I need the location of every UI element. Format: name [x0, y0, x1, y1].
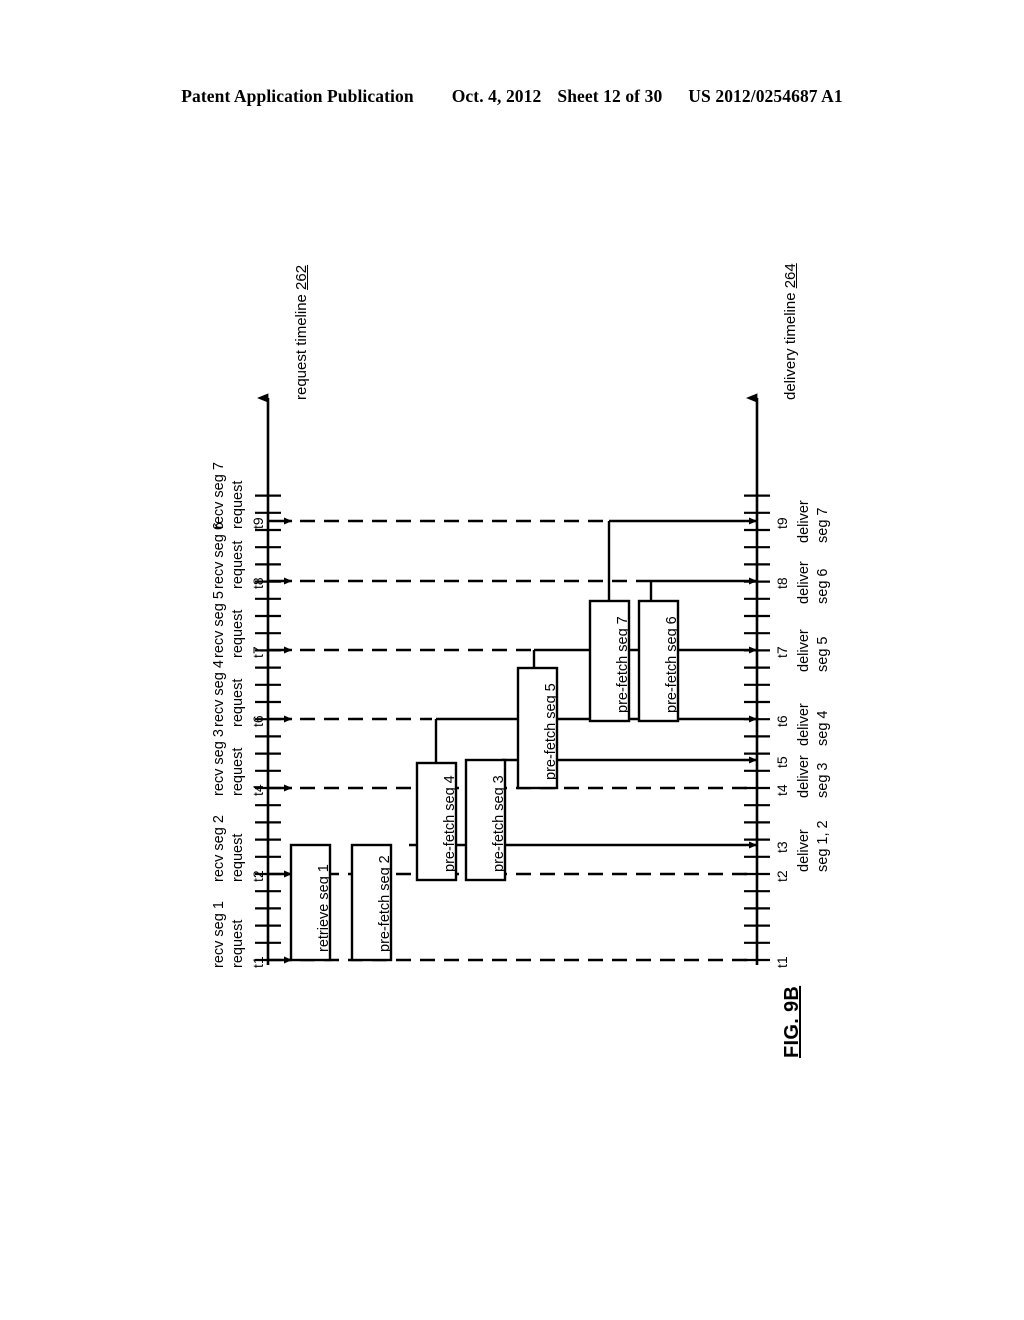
process-box-label-prefetch-seg-2: pre-fetch seg 2 — [377, 855, 393, 952]
delivery-timeline-axis — [744, 393, 770, 965]
delivery-event-label-t4-line2: seg 3 — [815, 762, 831, 798]
request-event-label-6-line1: recv seg 6 — [211, 522, 227, 589]
process-box-label-prefetch-seg-6: pre-fetch seg 6 — [664, 616, 680, 713]
delivery-event-label-t8-line2: seg 6 — [815, 568, 831, 604]
request-tick-t9: t9 — [250, 517, 266, 529]
delivery-tick-t7: t7 — [774, 646, 790, 658]
request-event-label-2-line2: request — [230, 833, 246, 882]
delivery-tick-t9: t9 — [774, 517, 790, 529]
delivery-event-label-t5-line1: deliver — [796, 703, 812, 746]
request-tick-t2: t2 — [250, 870, 266, 882]
figure-label: FIG. 9B — [781, 985, 803, 1058]
delivery-timeline-numeral: 264 — [782, 263, 799, 289]
request-timeline-numeral: 262 — [293, 264, 310, 290]
delivery-event-label-t7-line1: deliver — [796, 629, 812, 672]
request-event-label-2-line1: recv seg 2 — [211, 815, 227, 882]
request-event-label-3-line2: request — [230, 747, 246, 796]
delivery-event-label-t5-line2: seg 4 — [815, 710, 831, 746]
request-event-label-1-line2: request — [230, 919, 246, 968]
delivery-timeline-label: delivery timeline 264 — [782, 263, 799, 400]
request-tick-t7: t7 — [250, 646, 266, 658]
request-event-label-4-line2: request — [230, 678, 246, 727]
request-tick-t4: t4 — [250, 784, 266, 796]
figure-drawing — [255, 393, 770, 965]
delivery-event-label-t9-line2: seg 7 — [815, 507, 831, 543]
delivery-event-label-t9-line1: deliver — [796, 500, 812, 543]
delivery-event-label-t7-line2: seg 5 — [815, 636, 831, 672]
request-timeline-label: request timeline 262 — [293, 264, 310, 400]
request-event-label-3-line1: recv seg 3 — [211, 729, 227, 796]
process-box-label-prefetch-seg-4: pre-fetch seg 4 — [442, 775, 458, 872]
process-box-label-retrieve-seg-1: retrieve seg 1 — [316, 864, 332, 952]
request-event-label-1-line1: recv seg 1 — [211, 901, 227, 968]
delivery-tick-t8: t8 — [774, 577, 790, 589]
process-box-label-prefetch-seg-3: pre-fetch seg 3 — [491, 775, 507, 872]
delivery-tick-t1: t1 — [774, 956, 790, 968]
delivery-tick-t6: t6 — [774, 715, 790, 727]
request-event-label-5-line1: recv seg 5 — [211, 591, 227, 658]
process-box-label-prefetch-seg-5: pre-fetch seg 5 — [543, 683, 559, 780]
delivery-tick-t3: t3 — [774, 841, 790, 853]
delivery-event-label-t8-line1: deliver — [796, 561, 812, 604]
delivery-tick-t2: t2 — [774, 870, 790, 882]
delivery-tick-t4: t4 — [774, 784, 790, 796]
delivery-event-label-t3-line2: seg 1, 2 — [815, 820, 831, 872]
figure-9b: request timeline 262 delivery timeline 2… — [0, 0, 1024, 1320]
request-event-label-6-line2: request — [230, 540, 246, 589]
request-tick-t6: t6 — [250, 715, 266, 727]
process-box-label-prefetch-seg-7: pre-fetch seg 7 — [615, 616, 631, 713]
delivery-tick-t5: t5 — [774, 756, 790, 768]
request-event-label-5-line2: request — [230, 609, 246, 658]
request-tick-t1: t1 — [250, 956, 266, 968]
request-event-label-7-line1: recv seg 7 — [211, 462, 227, 529]
request-tick-t8: t8 — [250, 577, 266, 589]
delivery-event-label-t3-line1: deliver — [796, 829, 812, 872]
delivery-event-label-t4-line1: deliver — [796, 755, 812, 798]
request-event-label-7-line2: request — [230, 480, 246, 529]
request-event-label-4-line1: recv seg 4 — [211, 660, 227, 727]
